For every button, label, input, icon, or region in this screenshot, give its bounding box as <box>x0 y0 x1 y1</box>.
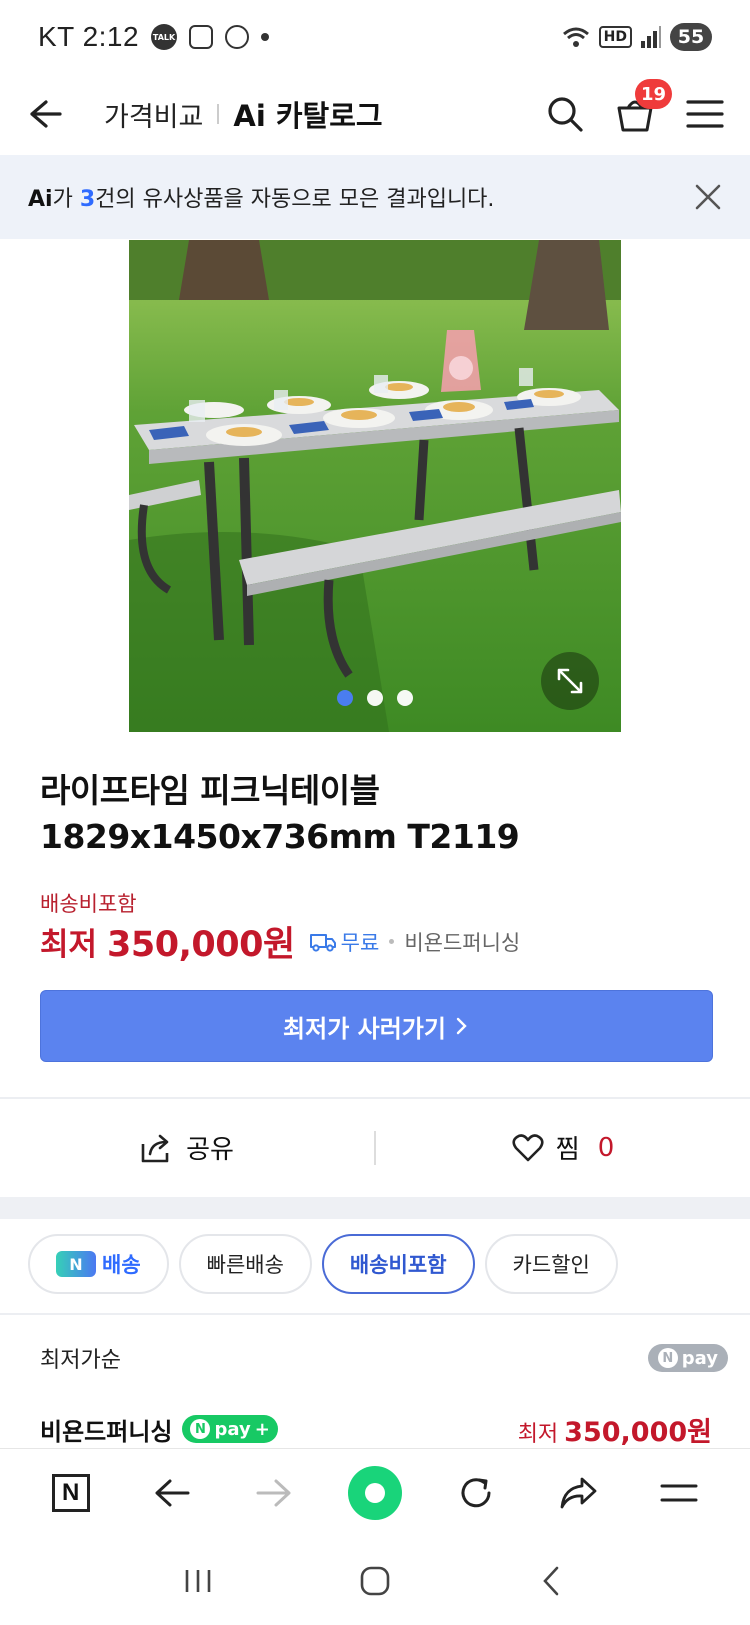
sort-label[interactable]: 최저가순 <box>40 1342 121 1374</box>
buy-lowest-price-button[interactable]: 최저가 사러가기 <box>40 990 713 1062</box>
free-shipping: 무료 <box>309 927 379 957</box>
battery-icon: 55 <box>670 23 712 51</box>
menu-icon <box>660 1484 698 1501</box>
kakaotalk-icon: TALK <box>151 24 178 50</box>
section-divider <box>0 1097 750 1099</box>
product-image-carousel[interactable] <box>129 240 621 732</box>
back-button[interactable] <box>24 94 64 134</box>
lowest-label: 최저 <box>40 927 98 963</box>
npay-delivery-icon: N <box>56 1251 96 1277</box>
naver-n-icon: N <box>190 1419 211 1439</box>
seller-offer-row[interactable]: 비욘드퍼니싱 N pay + 최저 350,000원 <box>40 1404 712 1454</box>
zzim-button[interactable]: 찜0 <box>376 1129 750 1166</box>
forward-arrow-icon <box>256 1479 291 1506</box>
browser-forward-button[interactable] <box>244 1463 304 1523</box>
chevron-right-icon <box>456 1017 467 1035</box>
header-divider <box>217 104 220 124</box>
delivery-truck-icon <box>309 933 336 952</box>
shipping-included-label: 배송비포함 <box>40 892 137 916</box>
filter-fast-delivery[interactable]: 빠른배송 <box>178 1234 312 1294</box>
seller-name[interactable]: 비욘드퍼니싱 <box>404 927 520 957</box>
product-title: 라이프타임 피크닉테이블 1829x1450x736mm T2119 <box>40 771 520 856</box>
more-notifications-icon <box>261 33 270 41</box>
cart-button[interactable]: 19 <box>614 79 672 135</box>
lowest-price: 350,000원 <box>107 925 295 965</box>
heart-icon <box>512 1133 544 1161</box>
naver-n-icon: N <box>657 1348 678 1368</box>
ai-notice-banner: Ai가 3건의 유사상품을 자동으로 모은 결과입니다. <box>0 155 750 239</box>
share-icon <box>141 1134 169 1162</box>
share-page-button[interactable] <box>548 1463 608 1523</box>
android-nav-bar <box>0 1536 750 1625</box>
action-bar: 공유 찜0 <box>0 1100 750 1195</box>
green-dot-icon <box>347 1465 402 1520</box>
green-dot-button[interactable] <box>345 1463 405 1523</box>
npay-plus-badge: N pay + <box>182 1415 278 1443</box>
carousel-dot[interactable] <box>337 690 353 706</box>
hamburger-menu-icon <box>686 100 724 128</box>
filter-npay-delivery[interactable]: N 배송 <box>28 1234 169 1294</box>
wifi-icon <box>562 27 589 47</box>
search-icon <box>548 97 583 132</box>
naver-home-button[interactable]: N <box>41 1463 101 1523</box>
seller-price: 최저 350,000원 <box>517 1416 712 1448</box>
search-button[interactable] <box>544 93 586 135</box>
refresh-icon <box>461 1477 491 1507</box>
carousel-dot[interactable] <box>397 690 413 706</box>
ai-notice-text: Ai가 3건의 유사상품을 자동으로 모은 결과입니다. <box>28 187 495 212</box>
menu-button[interactable] <box>684 93 726 135</box>
chevron-left-icon <box>542 1566 558 1595</box>
zzim-count: 0 <box>597 1132 615 1163</box>
carousel-dot[interactable] <box>367 690 383 706</box>
share-arrow-icon <box>560 1477 597 1508</box>
home-icon <box>360 1566 390 1595</box>
browser-toolbar: N <box>0 1448 750 1536</box>
expand-icon <box>557 668 583 694</box>
plus-icon: + <box>254 1418 270 1440</box>
browser-menu-button[interactable] <box>649 1463 709 1523</box>
naver-n-icon: N <box>51 1473 90 1512</box>
close-banner-button[interactable] <box>694 183 722 211</box>
close-icon <box>695 184 721 210</box>
home-button[interactable] <box>345 1551 405 1611</box>
carrier-time: KT 2:12 <box>38 21 140 52</box>
price-row: 최저 350,000원 무료 비욘드퍼니싱 <box>40 916 520 967</box>
app-notification-icon <box>225 25 250 49</box>
browser-back-button[interactable] <box>142 1463 202 1523</box>
seller-name: 비욘드퍼니싱 <box>40 1417 173 1446</box>
back-arrow-icon <box>30 100 62 128</box>
filter-card-discount[interactable]: 카드할인 <box>484 1234 618 1294</box>
price-compare-label[interactable]: 가격비교 <box>104 95 203 134</box>
separator-dot <box>389 939 395 944</box>
npay-filter-badge[interactable]: N pay <box>647 1344 728 1372</box>
cart-count-badge: 19 <box>634 79 672 109</box>
recent-apps-button[interactable] <box>168 1551 228 1611</box>
app-header: 가격비교 Ai 카탈로그 19 <box>0 74 750 154</box>
back-arrow-icon <box>155 1479 190 1506</box>
recent-apps-icon <box>186 1569 211 1592</box>
refresh-button[interactable] <box>446 1463 506 1523</box>
expand-image-button[interactable] <box>541 652 599 710</box>
system-back-button[interactable] <box>522 1551 582 1611</box>
filter-shipping-included[interactable]: 배송비포함 <box>321 1234 475 1294</box>
sort-row: 최저가순 N pay <box>40 1320 728 1396</box>
signal-icon <box>641 26 661 48</box>
filter-chips: N 배송 빠른배송 배송비포함 카드할인 <box>28 1234 618 1294</box>
share-button[interactable]: 공유 <box>0 1129 374 1166</box>
product-photo <box>129 240 621 732</box>
hd-voice-icon: HD <box>598 26 632 48</box>
gallery-notification-icon <box>189 25 214 49</box>
section-gap <box>0 1197 750 1219</box>
section-divider <box>0 1313 750 1315</box>
page-title: Ai 카탈로그 <box>233 99 383 133</box>
status-bar: KT 2:12 TALK HD 55 <box>0 0 750 74</box>
